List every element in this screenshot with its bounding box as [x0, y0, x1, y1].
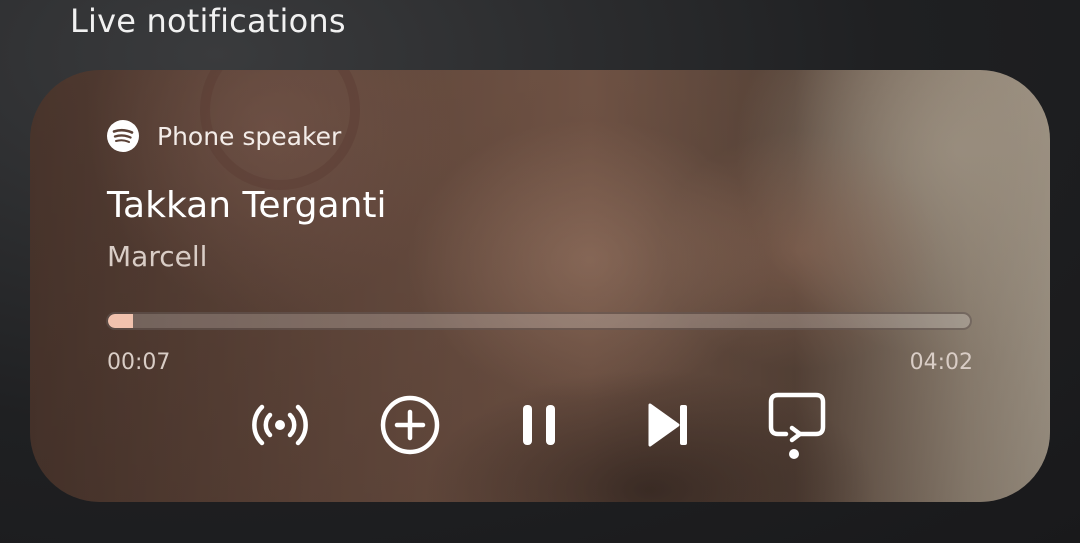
lockscreen-background: Live notifications Phone speaker Takkan … — [0, 0, 1080, 543]
elapsed-time: 00:07 — [107, 350, 171, 375]
output-device-row[interactable]: Phone speaker — [107, 120, 341, 152]
add-to-library-button[interactable] — [377, 392, 443, 458]
track-title: Takkan Terganti — [107, 185, 387, 226]
seek-bar[interactable] — [106, 312, 972, 330]
section-title: Live notifications — [70, 2, 346, 40]
add-icon — [380, 395, 440, 455]
output-switch-icon — [768, 392, 826, 459]
pause-icon — [523, 405, 555, 445]
skip-next-button[interactable] — [635, 392, 701, 458]
cast-icon — [252, 404, 308, 446]
skip-next-icon — [648, 403, 687, 447]
pause-button[interactable] — [506, 392, 572, 458]
artist-name: Marcell — [107, 240, 208, 273]
playback-controls — [30, 392, 1050, 459]
seek-bar-fill — [108, 314, 133, 328]
media-notification-card[interactable]: Phone speaker Takkan Terganti Marcell 00… — [30, 70, 1050, 502]
spotify-icon — [107, 120, 139, 152]
output-device-label: Phone speaker — [157, 121, 342, 151]
output-switch-button[interactable] — [764, 392, 830, 459]
cast-button[interactable] — [247, 392, 313, 458]
total-duration: 04:02 — [909, 350, 973, 375]
